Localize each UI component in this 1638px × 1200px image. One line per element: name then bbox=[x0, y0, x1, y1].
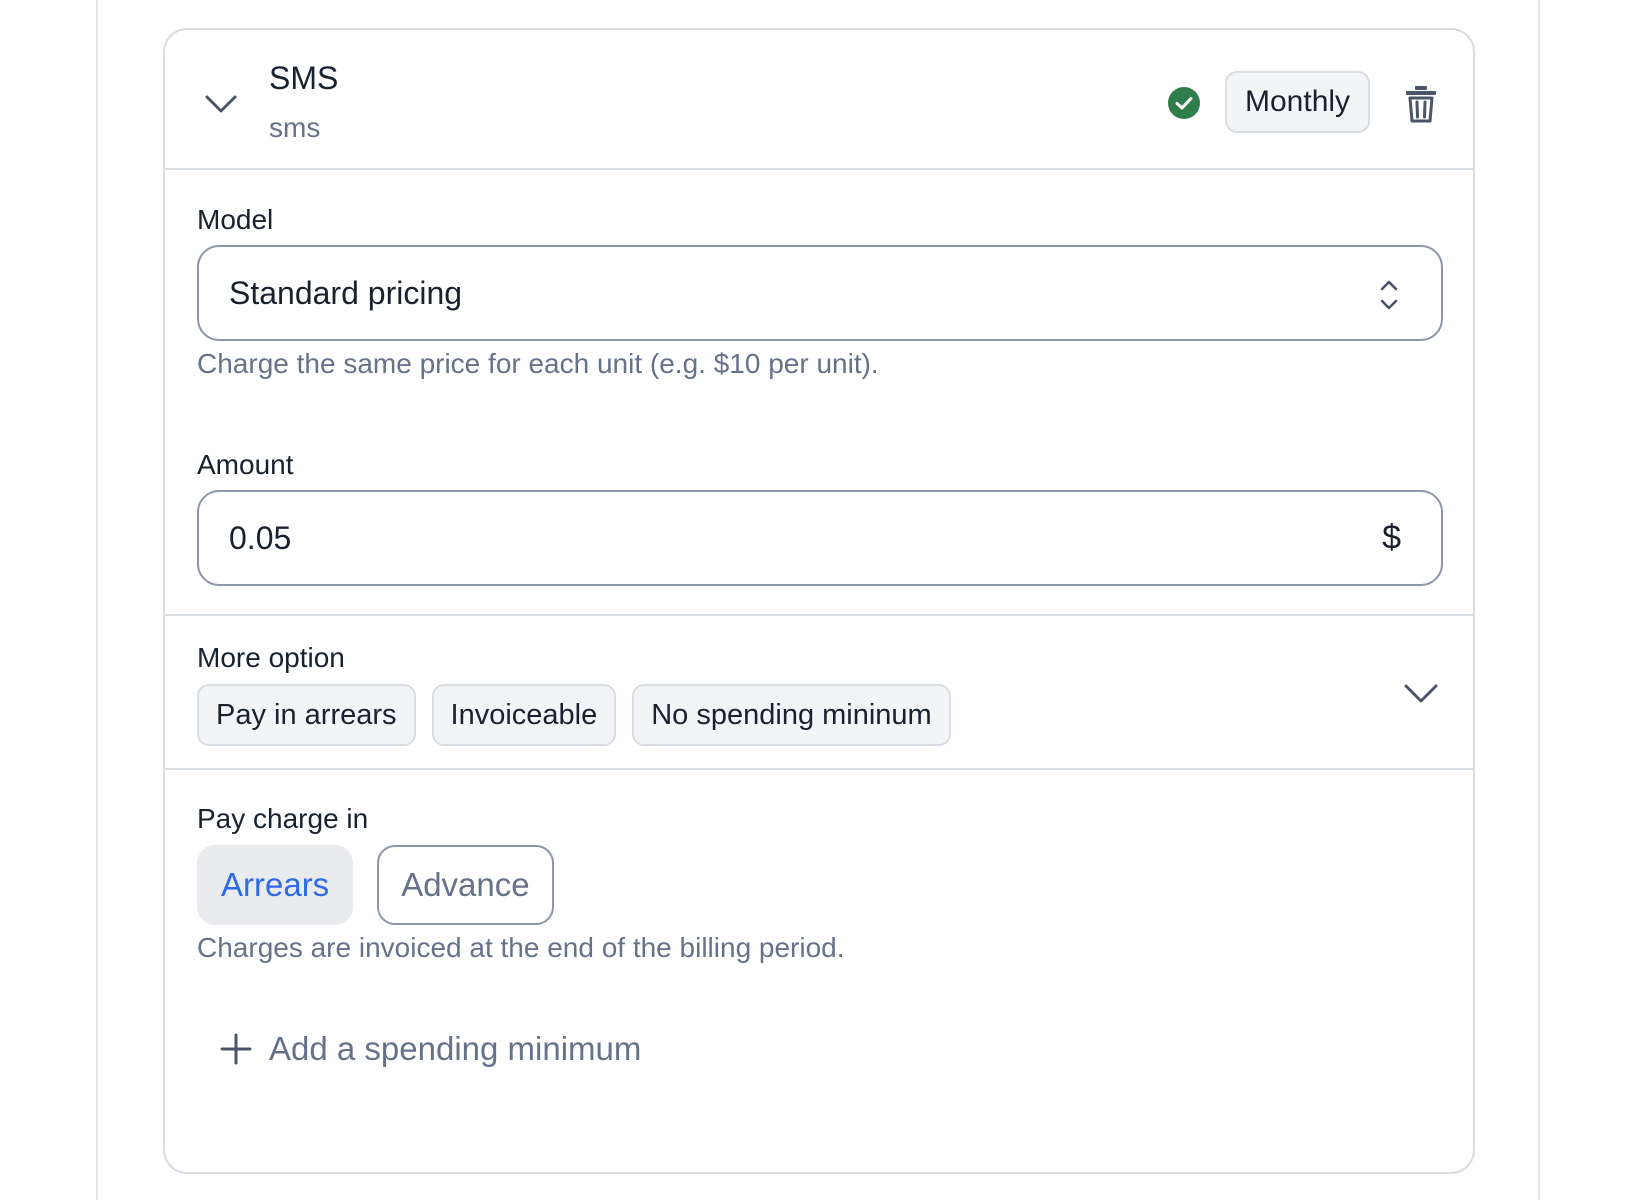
add-spending-minimum-button[interactable]: Add a spending minimum bbox=[219, 1030, 641, 1068]
advance-button[interactable]: Advance bbox=[377, 845, 554, 925]
model-select-value: Standard pricing bbox=[229, 274, 463, 311]
plus-icon bbox=[220, 1033, 252, 1065]
trash-icon[interactable] bbox=[1403, 84, 1439, 124]
page-border-left bbox=[96, 0, 98, 1200]
divider bbox=[165, 168, 1473, 170]
amount-value: 0.05 bbox=[229, 519, 292, 556]
add-spending-minimum-label: Add a spending minimum bbox=[269, 1030, 642, 1067]
charge-title: SMS bbox=[269, 60, 339, 96]
more-option-chips: Pay in arrears Invoiceable No spending m… bbox=[197, 684, 951, 746]
pay-charge-toggle: Arrears Advance bbox=[197, 845, 554, 925]
pay-charge-helper-text: Charges are invoiced at the end of the b… bbox=[197, 932, 845, 963]
currency-symbol: $ bbox=[1382, 518, 1401, 557]
model-select[interactable]: Standard pricing bbox=[197, 245, 1443, 341]
charge-header[interactable]: SMS sms Monthly bbox=[165, 30, 1473, 168]
page-border-right bbox=[1538, 0, 1540, 1200]
amount-label: Amount bbox=[197, 449, 294, 480]
select-arrows-icon bbox=[1380, 280, 1398, 310]
model-helper-text: Charge the same price for each unit (e.g… bbox=[197, 348, 879, 379]
charge-code: sms bbox=[269, 112, 321, 143]
chip-no-spending-minimum: No spending mininum bbox=[632, 684, 951, 746]
amount-input[interactable]: 0.05 $ bbox=[197, 490, 1443, 586]
chip-invoiceable: Invoiceable bbox=[431, 684, 617, 746]
chevron-down-icon[interactable] bbox=[203, 86, 239, 122]
pay-charge-label: Pay charge in bbox=[197, 803, 369, 834]
arrears-button[interactable]: Arrears bbox=[197, 845, 354, 925]
chip-pay-in-arrears: Pay in arrears bbox=[197, 684, 416, 746]
interval-badge: Monthly bbox=[1225, 71, 1371, 133]
charge-card: SMS sms Monthly Model Standard pricing C… bbox=[163, 28, 1475, 1174]
divider bbox=[165, 614, 1473, 616]
more-option-label: More option bbox=[197, 642, 345, 673]
model-label: Model bbox=[197, 204, 274, 235]
chevron-down-icon[interactable] bbox=[1401, 676, 1441, 712]
check-circle-icon bbox=[1168, 87, 1200, 119]
divider bbox=[165, 768, 1473, 770]
